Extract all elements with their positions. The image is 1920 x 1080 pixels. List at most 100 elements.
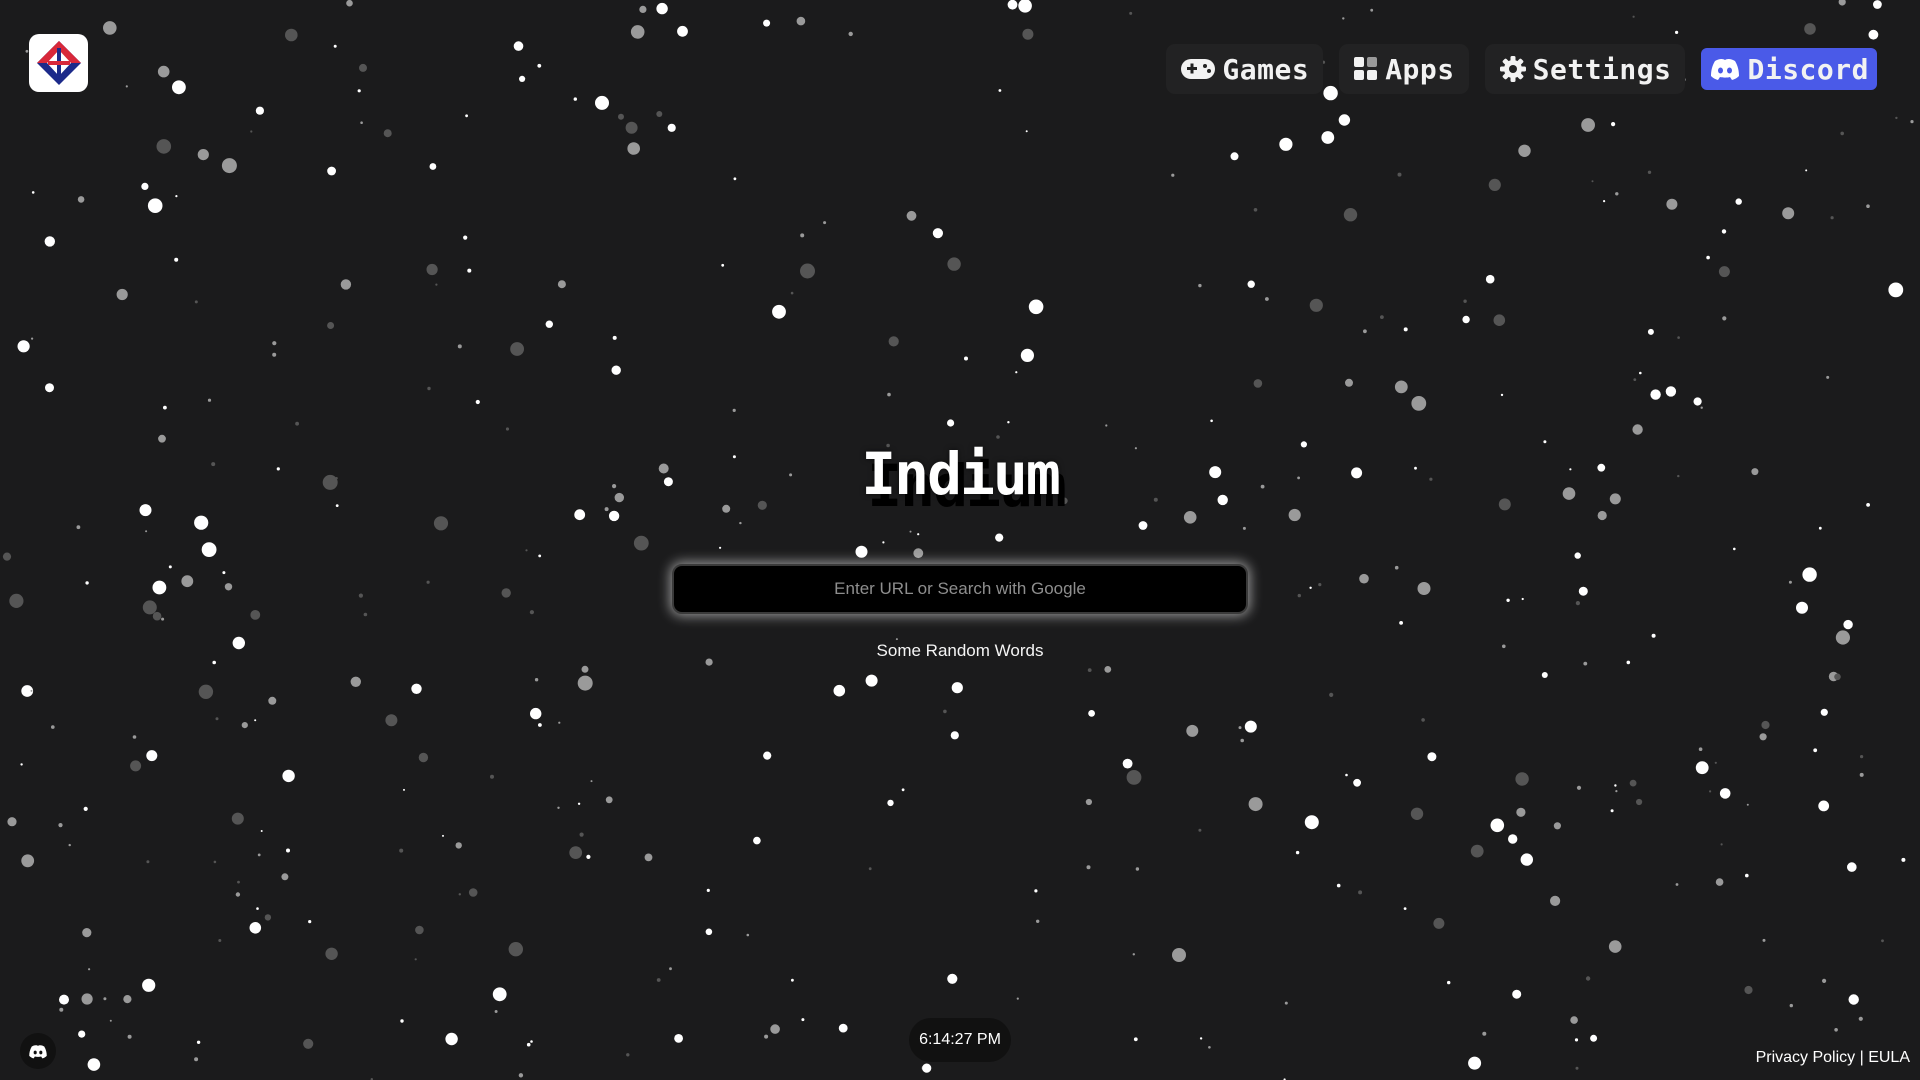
snowflake xyxy=(1901,857,1906,862)
random-words-text: Some Random Words xyxy=(876,641,1044,660)
snowflake xyxy=(639,5,647,13)
snowflake xyxy=(518,1073,524,1078)
snowflake xyxy=(1632,424,1643,435)
snowflake xyxy=(677,25,688,37)
snowflake xyxy=(235,892,241,897)
snowflake xyxy=(325,947,338,960)
snowflake xyxy=(1397,172,1402,177)
snowflake xyxy=(426,580,430,584)
snowflake xyxy=(385,714,398,727)
snowflake xyxy=(1859,772,1864,777)
snowflake xyxy=(577,802,581,805)
snowflake xyxy=(1336,883,1341,888)
snowflake xyxy=(20,763,23,766)
snowflake xyxy=(1380,315,1384,319)
snowflake xyxy=(530,707,542,720)
snowflake xyxy=(457,344,462,349)
snowflake xyxy=(505,427,510,431)
snowflake xyxy=(194,1057,199,1062)
snowflake xyxy=(403,788,405,791)
snowflake xyxy=(1104,666,1112,673)
snowflake xyxy=(145,530,148,533)
snowflake xyxy=(426,263,438,276)
snowflake xyxy=(475,399,480,405)
snowflake xyxy=(1840,131,1844,136)
snowflake xyxy=(501,588,511,598)
snowflake xyxy=(1818,526,1822,530)
snowflake xyxy=(823,221,827,225)
snowflake xyxy=(800,263,815,279)
snowflake xyxy=(1745,873,1749,878)
snowflake xyxy=(538,554,542,558)
snowflake xyxy=(172,80,186,95)
snowflake xyxy=(627,142,640,155)
snowflake xyxy=(1417,582,1431,595)
snowflake xyxy=(414,958,417,961)
snowflake xyxy=(1172,948,1186,962)
snowflake xyxy=(467,268,472,273)
snowflake xyxy=(1541,672,1548,678)
snowflake xyxy=(706,888,710,893)
snowflake xyxy=(78,1030,86,1038)
snowflake xyxy=(1244,720,1257,733)
snowflake xyxy=(909,530,912,533)
snowflake xyxy=(359,63,367,72)
snowflake xyxy=(1632,15,1635,18)
snowflake xyxy=(1132,953,1136,956)
snowflake xyxy=(1636,798,1643,806)
snowflake xyxy=(526,1042,531,1047)
snowflake xyxy=(198,684,214,699)
snowflake xyxy=(1343,208,1358,222)
snowflake xyxy=(882,541,885,544)
snowflake xyxy=(838,1023,848,1033)
nav-apps-button[interactable]: Apps xyxy=(1339,44,1469,94)
snowflake xyxy=(1342,17,1345,20)
snowflake xyxy=(1242,526,1246,530)
search-input[interactable] xyxy=(672,564,1248,614)
snowflake xyxy=(103,21,117,35)
snowflake xyxy=(1695,761,1709,775)
snowflake xyxy=(152,611,162,621)
snowflake xyxy=(76,525,81,530)
snowflake xyxy=(212,660,216,665)
snowflake xyxy=(746,933,750,937)
privacy-policy-link[interactable]: Privacy Policy xyxy=(1756,1049,1856,1066)
snowflake xyxy=(1720,843,1723,846)
snowflake xyxy=(146,750,158,762)
snowflake xyxy=(943,709,947,714)
snowflake xyxy=(418,752,429,763)
snowflake xyxy=(901,788,905,792)
snowflake xyxy=(116,288,128,301)
snowflake xyxy=(132,735,137,739)
snowflake xyxy=(569,846,583,859)
snowflake xyxy=(1007,421,1010,424)
snowflake xyxy=(513,41,524,51)
snowflake xyxy=(83,806,88,812)
nav-settings-button[interactable]: Settings xyxy=(1484,44,1686,94)
snowflake xyxy=(1647,170,1652,174)
eula-link[interactable]: EULA xyxy=(1868,1049,1910,1066)
snowflake xyxy=(887,799,894,807)
snowflake xyxy=(1370,8,1374,12)
snowflake xyxy=(465,114,468,118)
nav-games-button[interactable]: Games xyxy=(1166,44,1324,94)
snowflake xyxy=(1615,790,1618,793)
snowflake xyxy=(255,106,264,115)
snowflake xyxy=(194,300,198,304)
snowflake xyxy=(1468,1056,1482,1070)
snowflake xyxy=(30,689,33,692)
snowflake xyxy=(608,510,620,522)
snowflake xyxy=(123,995,132,1004)
snowflake xyxy=(1500,393,1504,397)
snowflake xyxy=(260,830,263,832)
snowflake xyxy=(130,760,142,772)
snowflake xyxy=(1590,1034,1598,1042)
site-logo[interactable] xyxy=(29,34,88,92)
snowflake xyxy=(790,291,794,295)
snowflake xyxy=(1506,598,1510,602)
snowflake xyxy=(1394,380,1408,394)
nav-discord-button[interactable]: Discord xyxy=(1701,48,1877,90)
snowflake xyxy=(1345,378,1353,387)
snowflake xyxy=(1411,396,1427,411)
discord-float-button[interactable] xyxy=(20,1033,56,1069)
